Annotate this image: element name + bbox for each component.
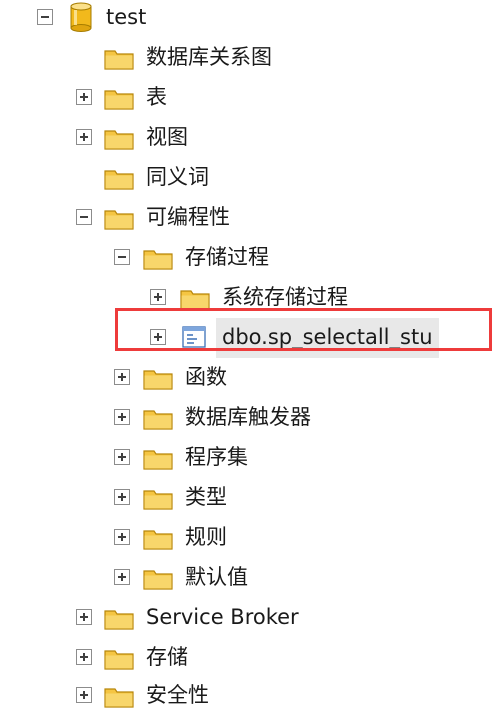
tree-node-database-diagrams[interactable]: 数据库关系图: [0, 38, 498, 78]
expand-toggle[interactable]: [76, 649, 92, 665]
tree-node-label[interactable]: 存储过程: [185, 238, 269, 278]
expand-toggle[interactable]: [114, 369, 130, 385]
collapse-toggle[interactable]: [37, 9, 53, 25]
tree-node-views[interactable]: 视图: [0, 118, 498, 158]
collapse-toggle[interactable]: [76, 209, 92, 225]
expand-toggle[interactable]: [76, 609, 92, 625]
folder-icon: [180, 288, 210, 314]
tree-node-rules[interactable]: 规则: [0, 518, 498, 558]
tree-node-functions[interactable]: 函数: [0, 358, 498, 398]
tree-node-label[interactable]: 存储: [146, 638, 188, 678]
folder-icon: [104, 88, 134, 114]
tree-node-label[interactable]: 数据库触发器: [185, 398, 311, 438]
tree-node-system-stored-procedures[interactable]: 系统存储过程: [0, 278, 498, 318]
object-explorer-tree: test 数据库关系图 表 视图 同义词 可编程性 存储过程 系统存储过程 db…: [0, 0, 498, 712]
tree-node-label[interactable]: dbo.sp_selectall_stu: [216, 318, 439, 358]
tree-node-storage[interactable]: 存储: [0, 638, 498, 678]
stored-procedure-icon: [182, 326, 206, 352]
tree-node-label[interactable]: 安全性: [146, 676, 209, 716]
tree-node-label[interactable]: 类型: [185, 478, 227, 518]
folder-icon: [143, 568, 173, 594]
expand-toggle[interactable]: [114, 409, 130, 425]
folder-icon: [104, 608, 134, 634]
tree-node-label[interactable]: 表: [146, 78, 167, 118]
tree-node-label[interactable]: 数据库关系图: [146, 38, 272, 78]
folder-icon: [104, 686, 134, 712]
folder-icon: [104, 648, 134, 674]
tree-node-label[interactable]: 默认值: [185, 558, 248, 598]
tree-node-label[interactable]: 可编程性: [146, 198, 230, 238]
expand-toggle[interactable]: [150, 329, 166, 345]
tree-node-tables[interactable]: 表: [0, 78, 498, 118]
tree-node-service-broker[interactable]: Service Broker: [0, 598, 498, 638]
folder-icon: [143, 528, 173, 554]
tree-node-types[interactable]: 类型: [0, 478, 498, 518]
tree-node-label[interactable]: 系统存储过程: [222, 278, 348, 318]
tree-node-database-triggers[interactable]: 数据库触发器: [0, 398, 498, 438]
expand-toggle[interactable]: [76, 89, 92, 105]
expand-toggle[interactable]: [114, 489, 130, 505]
tree-node-test[interactable]: test: [0, 0, 498, 38]
tree-node-label[interactable]: 视图: [146, 118, 188, 158]
tree-node-assemblies[interactable]: 程序集: [0, 438, 498, 478]
tree-node-stored-procedures[interactable]: 存储过程: [0, 238, 498, 278]
tree-node-label[interactable]: 同义词: [146, 158, 209, 198]
folder-icon: [143, 408, 173, 434]
folder-icon: [104, 168, 134, 194]
folder-icon: [104, 128, 134, 154]
expand-toggle[interactable]: [76, 687, 92, 703]
tree-node-label[interactable]: test: [106, 0, 146, 38]
expand-toggle[interactable]: [76, 129, 92, 145]
expand-toggle[interactable]: [150, 289, 166, 305]
tree-node-synonyms[interactable]: 同义词: [0, 158, 498, 198]
tree-node-label[interactable]: 规则: [185, 518, 227, 558]
tree-node-sp-selectall-stu[interactable]: dbo.sp_selectall_stu: [0, 318, 498, 358]
folder-icon: [104, 208, 134, 234]
folder-icon: [143, 368, 173, 394]
expand-toggle[interactable]: [114, 529, 130, 545]
database-icon: [70, 2, 92, 36]
tree-node-label[interactable]: Service Broker: [146, 598, 299, 638]
expand-toggle[interactable]: [114, 449, 130, 465]
folder-icon: [104, 48, 134, 74]
tree-node-defaults[interactable]: 默认值: [0, 558, 498, 598]
collapse-toggle[interactable]: [114, 249, 130, 265]
folder-icon: [143, 488, 173, 514]
folder-icon: [143, 448, 173, 474]
tree-node-label[interactable]: 程序集: [185, 438, 248, 478]
tree-node-label[interactable]: 函数: [185, 358, 227, 398]
tree-node-security[interactable]: 安全性: [0, 676, 498, 716]
folder-icon: [143, 248, 173, 274]
expand-toggle[interactable]: [114, 569, 130, 585]
tree-node-programmability[interactable]: 可编程性: [0, 198, 498, 238]
